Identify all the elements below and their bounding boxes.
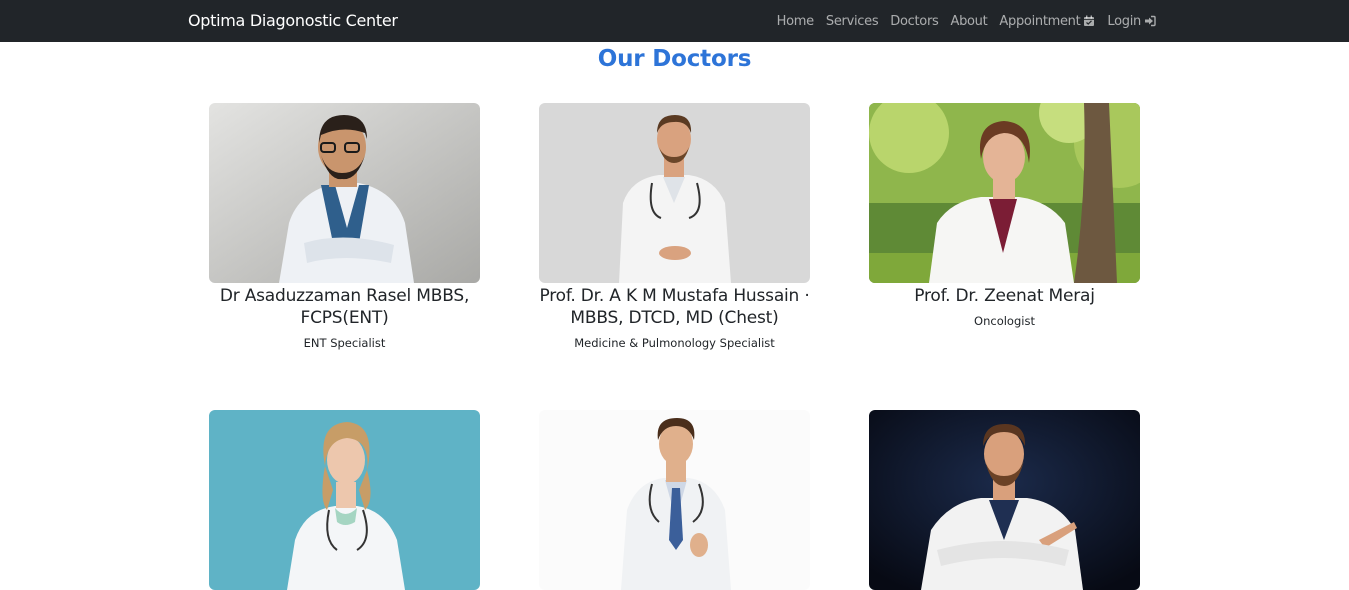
doctor-specialty: ENT Specialist: [303, 336, 386, 350]
doctor-photo: [539, 410, 810, 590]
doctor-photo: [209, 410, 480, 590]
nav-about-link[interactable]: About: [950, 14, 987, 29]
nav-doctors-label: Doctors: [890, 13, 939, 29]
nav-home-label: Home: [776, 13, 815, 29]
doctor-photo: [539, 103, 810, 283]
nav-services-label: Services: [825, 13, 879, 29]
doctor-photo: [869, 103, 1140, 283]
calendar-check-icon: [1084, 15, 1095, 26]
nav-login-link[interactable]: Login: [1107, 14, 1156, 29]
doctor-name: Dr Asaduzzaman Rasel MBBS, FCPS(ENT): [219, 286, 470, 328]
nav-login-label: Login: [1107, 13, 1141, 29]
top-navbar: Optima Diagonostic Center Home Services …: [0, 0, 1349, 42]
nav-doctors-link[interactable]: Doctors: [890, 14, 938, 29]
doctor-specialty: Oncologist: [974, 314, 1035, 328]
page-title: Our Doctors: [597, 46, 752, 72]
nav-appointment-label: Appointment: [999, 13, 1081, 29]
doctor-name: Prof. Dr. Zeenat Meraj: [914, 286, 1095, 306]
doctor-specialty: Medicine & Pulmonology Specialist: [574, 336, 775, 350]
nav-about-label: About: [950, 13, 988, 29]
sign-in-icon: [1145, 15, 1156, 27]
nav-links: Home Services Doctors About Appointment …: [765, 0, 1156, 42]
doctor-photo: [869, 410, 1140, 590]
nav-home-link[interactable]: Home: [776, 13, 815, 29]
nav-services-link[interactable]: Services: [825, 13, 879, 29]
doctor-name: Prof. Dr. A K M Mustafa Hussain · MBBS, …: [539, 286, 810, 328]
doctor-photo: [209, 103, 480, 283]
brand-link[interactable]: Optima Diagonostic Center: [188, 0, 398, 42]
nav-appointment-link[interactable]: Appointment: [999, 14, 1095, 29]
